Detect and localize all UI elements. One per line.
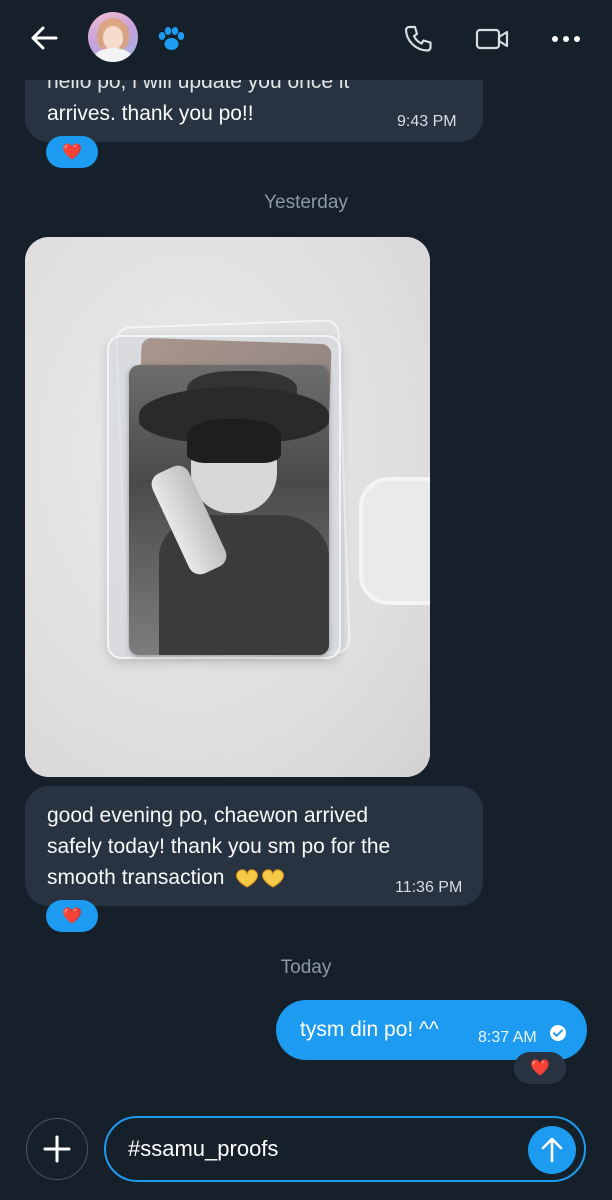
phone-icon — [404, 25, 432, 52]
back-button[interactable] — [26, 20, 62, 56]
more-horizontal-icon — [552, 36, 580, 42]
plus-icon — [43, 1135, 71, 1163]
send-arrow-icon — [541, 1137, 563, 1163]
message-input[interactable] — [128, 1132, 518, 1166]
chat-header — [0, 0, 612, 80]
heart-hands-emoji-icon — [236, 869, 285, 889]
heart-emoji: ❤️ — [530, 1060, 550, 1077]
message-text-line: safely today! thank you sm po for the — [47, 835, 391, 858]
message-text-line: smooth transaction — [47, 866, 225, 889]
message-text: arrives. thank you po!! — [47, 102, 254, 125]
message-time: 11:36 PM — [395, 879, 463, 896]
date-divider-yesterday: Yesterday — [264, 192, 348, 213]
date-divider-today: Today — [280, 957, 332, 978]
heart-emoji: ❤️ — [62, 908, 82, 925]
heart-reaction[interactable]: ❤️ — [46, 900, 98, 932]
heart-emoji: ❤️ — [62, 144, 82, 161]
read-check-icon — [550, 1025, 566, 1041]
binder-clasp — [359, 477, 430, 605]
message-time: 9:43 PM — [397, 113, 457, 130]
message-text-line: good evening po, chaewon arrived — [47, 804, 369, 827]
message-bubble-outgoing[interactable]: tysm din po! ^^ 8:37 AM — [276, 1000, 587, 1060]
more-options-button[interactable] — [546, 20, 586, 58]
avatar[interactable] — [88, 12, 138, 62]
paw-icon — [158, 27, 185, 50]
heart-reaction[interactable]: ❤️ — [46, 136, 98, 168]
message-bubble-incoming[interactable]: good evening po, chaewon arrived safely … — [25, 786, 483, 906]
video-call-button[interactable] — [472, 20, 512, 58]
voice-call-button[interactable] — [398, 20, 438, 58]
add-media-button[interactable] — [26, 1118, 88, 1180]
photo-attachment[interactable] — [25, 237, 430, 777]
message-time: 8:37 AM — [478, 1029, 537, 1046]
arrow-left-icon — [31, 26, 58, 50]
send-button[interactable] — [528, 1126, 576, 1174]
video-icon — [475, 28, 509, 50]
photocard — [129, 365, 329, 655]
heart-reaction[interactable]: ❤️ — [514, 1052, 566, 1084]
message-text: tysm din po! ^^ — [300, 1018, 439, 1041]
message-input-wrapper — [104, 1116, 586, 1182]
